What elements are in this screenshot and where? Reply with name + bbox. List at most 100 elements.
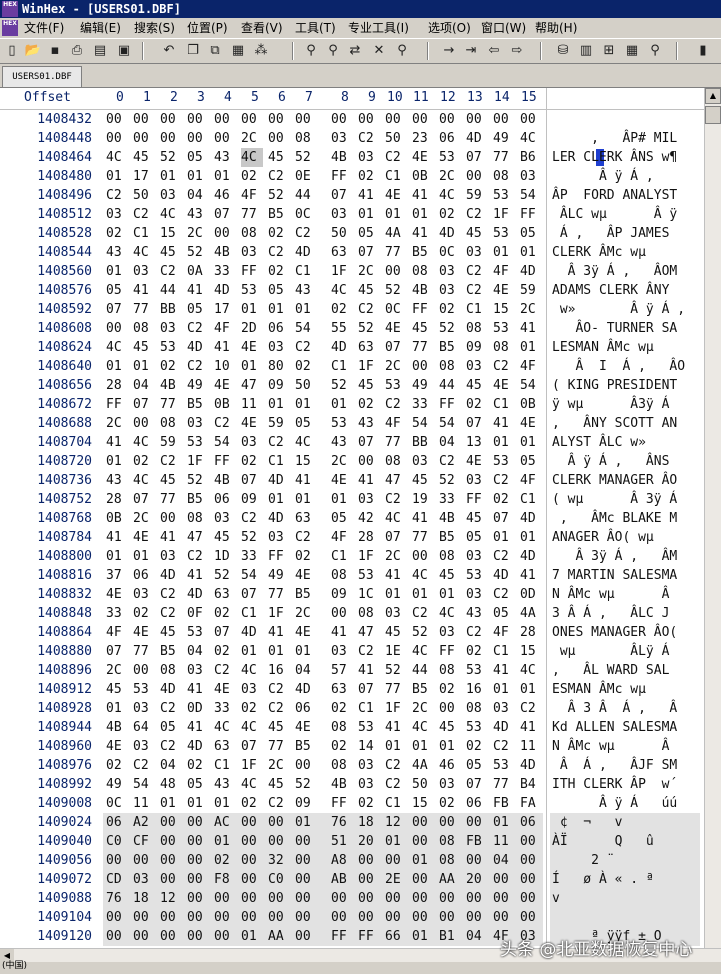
hex-byte[interactable]: 4D [439, 224, 461, 243]
hex-byte[interactable]: C2 [385, 775, 407, 794]
hex-byte[interactable]: 44 [160, 281, 182, 300]
hex-byte[interactable]: 00 [106, 129, 128, 148]
hex-byte[interactable]: 00 [358, 908, 380, 927]
hex-byte[interactable]: B5 [268, 205, 290, 224]
hex-byte[interactable]: 76 [331, 813, 353, 832]
hex-byte[interactable]: 03 [133, 699, 155, 718]
hex-byte[interactable]: 44 [295, 186, 317, 205]
hex-row[interactable]: 1409024 06 A2 00 00 AC 00 00 01 76 18 12 00 00 00 01 06 … [0, 813, 704, 832]
hex-byte[interactable]: FF [520, 205, 542, 224]
hex-byte[interactable]: 47 [385, 471, 407, 490]
hex-byte[interactable]: 02 [214, 604, 236, 623]
hex-byte[interactable]: 41 [187, 718, 209, 737]
menu-options[interactable]: 选项(O) [428, 18, 471, 38]
ascii-text[interactable]: 7 MARTIN SALESMA [552, 566, 702, 585]
goto-offset-icon[interactable]: → [440, 42, 458, 60]
hex-byte[interactable]: 32 [268, 851, 290, 870]
hex-byte[interactable]: 03 [358, 756, 380, 775]
hex-byte[interactable]: AB [331, 870, 353, 889]
hex-byte[interactable]: C2 [160, 452, 182, 471]
hex-byte[interactable]: 2C [358, 262, 380, 281]
hex-byte[interactable]: 0C [106, 794, 128, 813]
hex-byte[interactable]: 01 [358, 205, 380, 224]
hex-byte[interactable]: 4D [493, 718, 515, 737]
hex-byte[interactable]: 43 [187, 205, 209, 224]
hex-byte[interactable]: 4E [133, 528, 155, 547]
hex-row[interactable]: 1408880 07 77 B5 04 02 01 01 01 03 C2 1E 4C FF 02 C1 15 … [0, 642, 704, 661]
hex-byte[interactable]: 42 [358, 509, 380, 528]
hex-byte[interactable]: 52 [214, 566, 236, 585]
hex-byte[interactable]: 4C [106, 148, 128, 167]
hex-byte[interactable]: 06 [106, 813, 128, 832]
hex-byte[interactable]: 00 [358, 870, 380, 889]
hex-byte[interactable]: C2 [268, 243, 290, 262]
hex-byte[interactable]: 01 [241, 357, 263, 376]
hex-byte[interactable]: 2C [385, 357, 407, 376]
hex-byte[interactable]: 07 [466, 414, 488, 433]
hex-byte[interactable]: 53 [493, 452, 515, 471]
hex-byte[interactable]: 00 [241, 832, 263, 851]
hex-byte[interactable]: 01 [268, 395, 290, 414]
hex-row[interactable]: 1408736 43 4C 45 52 4B 07 4D 41 4E 41 47 45 52 03 C2 4F C… [0, 471, 704, 490]
hex-byte[interactable]: C2 [187, 357, 209, 376]
hex-byte[interactable]: 02 [106, 224, 128, 243]
hex-byte[interactable]: C2 [385, 395, 407, 414]
hex-byte[interactable]: 1F [187, 452, 209, 471]
hex-byte[interactable]: 02 [358, 395, 380, 414]
hex-byte[interactable]: 00 [160, 832, 182, 851]
ascii-text[interactable]: ITH CLERK ÂP w´ [552, 775, 702, 794]
ascii-text[interactable]: Â ÿ Á úú [552, 794, 702, 813]
hex-byte[interactable]: C2 [106, 186, 128, 205]
paste-hex-icon[interactable]: ⁂ [252, 42, 270, 60]
hex-byte[interactable]: 52 [385, 281, 407, 300]
hex-byte[interactable]: 77 [160, 395, 182, 414]
hex-byte[interactable]: 57 [331, 661, 353, 680]
hex-byte[interactable]: 4D [187, 338, 209, 357]
hex-byte[interactable]: 03 [133, 262, 155, 281]
hex-byte[interactable]: 01 [385, 737, 407, 756]
hex-byte[interactable]: 00 [133, 414, 155, 433]
hex-byte[interactable]: 50 [412, 775, 434, 794]
hex-byte[interactable]: C1 [133, 224, 155, 243]
hex-byte[interactable]: 80 [268, 357, 290, 376]
hex-byte[interactable]: 02 [466, 737, 488, 756]
row-offset[interactable]: 1408864 [2, 623, 92, 642]
hex-byte[interactable]: 01 [268, 300, 290, 319]
hex-byte[interactable]: 52 [331, 376, 353, 395]
hex-byte[interactable]: FF [412, 300, 434, 319]
hex-byte[interactable]: 4C [412, 718, 434, 737]
ascii-text[interactable]: Â Á , ÂJF SM [552, 756, 702, 775]
ascii-text[interactable]: , ÂNY SCOTT AN [552, 414, 702, 433]
hex-byte[interactable]: 00 [133, 661, 155, 680]
hex-row[interactable]: 1408448 00 00 00 00 00 2C 00 08 03 C2 50 23 06 4D 49 4C … [0, 129, 704, 148]
hex-byte[interactable]: 03 [241, 433, 263, 452]
hex-byte[interactable]: 08 [331, 566, 353, 585]
row-offset[interactable]: 1408448 [2, 129, 92, 148]
hex-byte[interactable]: 41 [187, 566, 209, 585]
ascii-text[interactable]: ÂP FORD ANALYST [552, 186, 702, 205]
hex-byte[interactable]: 53 [493, 186, 515, 205]
hex-byte[interactable]: 52 [439, 471, 461, 490]
hex-byte[interactable]: 00 [358, 110, 380, 129]
hex-byte[interactable]: 02 [133, 452, 155, 471]
hex-byte[interactable]: C2 [295, 528, 317, 547]
hex-byte[interactable]: 45 [358, 376, 380, 395]
hex-byte[interactable]: 54 [520, 376, 542, 395]
hex-byte[interactable]: 52 [241, 528, 263, 547]
hex-byte[interactable]: 4B [214, 243, 236, 262]
hex-byte[interactable]: 01 [106, 699, 128, 718]
hex-byte[interactable]: 2C [412, 699, 434, 718]
hex-byte[interactable]: C2 [466, 205, 488, 224]
hex-byte[interactable]: 53 [187, 623, 209, 642]
hex-byte[interactable]: 03 [133, 585, 155, 604]
hex-byte[interactable]: C2 [133, 205, 155, 224]
hex-byte[interactable]: 59 [520, 281, 542, 300]
hex-byte[interactable]: 09 [295, 794, 317, 813]
hex-byte[interactable]: 00 [106, 908, 128, 927]
hex-byte[interactable]: 54 [214, 433, 236, 452]
hex-byte[interactable]: 4F [493, 623, 515, 642]
hex-byte[interactable]: 01 [295, 642, 317, 661]
hex-byte[interactable]: 0C [439, 243, 461, 262]
row-offset[interactable]: 1408528 [2, 224, 92, 243]
hex-byte[interactable]: 15 [520, 642, 542, 661]
